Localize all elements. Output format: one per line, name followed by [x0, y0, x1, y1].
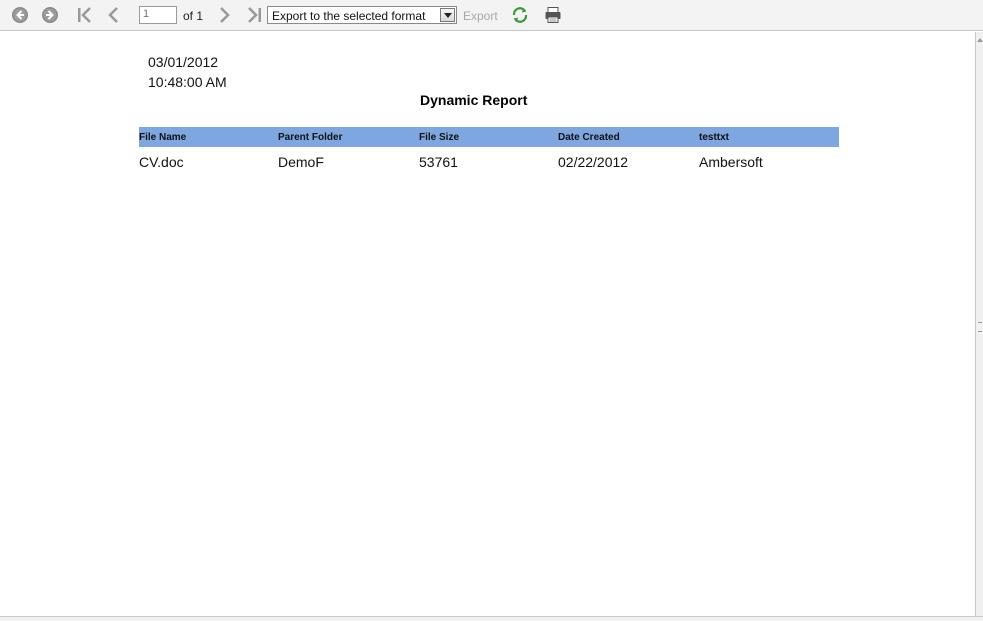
export-format-select[interactable]: Export to the selected format — [267, 6, 457, 24]
export-button[interactable]: Export — [463, 9, 498, 23]
report-title: Dynamic Report — [420, 92, 528, 108]
cell-testtxt: Ambersoft — [699, 154, 763, 170]
cell-file-size: 53761 — [419, 154, 458, 170]
scroll-up-arrow-icon[interactable] — [977, 38, 983, 42]
column-header-date-created: Date Created — [558, 132, 620, 143]
next-page-icon[interactable] — [214, 5, 234, 25]
cell-file-name: CV.doc — [139, 154, 184, 170]
printer-icon[interactable] — [543, 5, 563, 25]
first-page-icon[interactable] — [75, 5, 95, 25]
column-header-testtxt: testtxt — [699, 132, 730, 143]
report-table-header: File Name Parent Folder File Size Date C… — [139, 127, 839, 147]
report-time: 10:48:00 AM — [148, 74, 227, 90]
report-date: 03/01/2012 — [148, 54, 219, 70]
scroll-grip-icon[interactable] — [978, 322, 982, 332]
vertical-scrollbar[interactable] — [975, 32, 983, 616]
column-header-file-size: File Size — [419, 132, 460, 143]
report-content-area: 03/01/2012 10:48:00 AM Dynamic Report Fi… — [0, 32, 975, 616]
page-count-label: of 1 — [183, 9, 204, 23]
chevron-down-icon[interactable] — [440, 8, 455, 22]
export-format-selected: Export to the selected format — [272, 9, 426, 23]
last-page-icon[interactable] — [244, 5, 264, 25]
cell-parent-folder: DemoF — [278, 154, 324, 170]
cell-date-created: 02/22/2012 — [558, 154, 629, 170]
circle-arrow-left-icon[interactable] — [10, 5, 30, 25]
previous-page-icon[interactable] — [104, 5, 124, 25]
circle-arrow-right-icon[interactable] — [40, 5, 60, 25]
refresh-icon[interactable] — [510, 5, 530, 25]
report-viewer-toolbar: 1 of 1 Export to the selected format Exp… — [0, 0, 983, 31]
bottom-border — [0, 616, 983, 621]
column-header-file-name: File Name — [139, 132, 187, 143]
column-header-parent-folder: Parent Folder — [278, 132, 343, 143]
page-number-input[interactable]: 1 — [139, 6, 177, 24]
